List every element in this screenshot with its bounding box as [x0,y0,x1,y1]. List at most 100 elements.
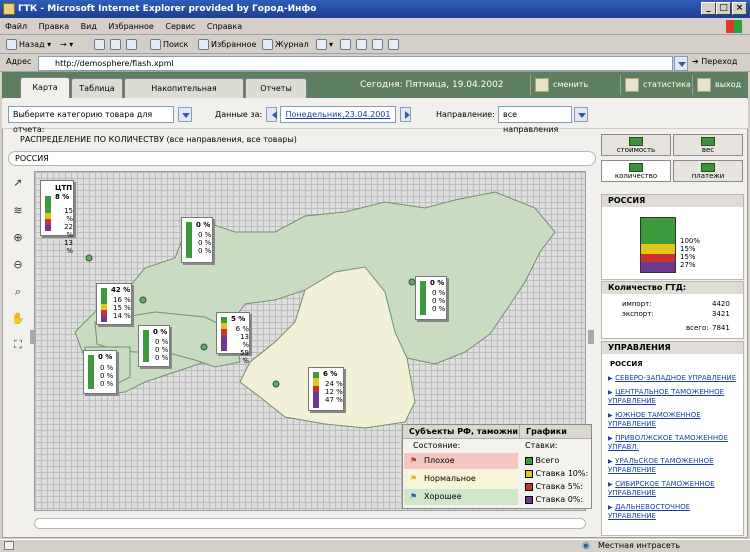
rate-bars [313,372,319,408]
history-button[interactable]: Журнал [262,36,309,54]
stop-icon [94,39,105,50]
category-dropdown[interactable] [178,107,192,122]
legend-state-label: Состояние: [413,441,461,450]
messenger-button[interactable] [388,36,401,54]
legend-graphs-title: Графики [519,425,591,439]
legend-rate-0: Ставка 0%: [525,495,583,504]
refresh-button[interactable] [110,36,123,54]
map-marker[interactable] [139,296,147,304]
go-button[interactable]: ➔ Переход [692,57,737,66]
exit-icon [697,78,711,92]
menu-favorites[interactable]: Избранное [108,22,153,31]
page-icon [4,541,14,550]
weight-button[interactable]: вес [673,134,743,156]
direction-dropdown[interactable] [574,107,588,122]
value-button[interactable]: стоимость [601,134,671,156]
map-box-ural[interactable]: 5 % 6 % 13 % 59 % [216,312,250,365]
category-select[interactable]: Выберите категорию товара для отчета: [8,106,174,134]
minimize-button[interactable]: _ [701,2,716,15]
menu-file[interactable]: Файл [5,22,27,31]
pointer-tool-icon[interactable]: ➚ [10,175,26,191]
statistics-button[interactable]: статистика [620,75,691,95]
edit-button[interactable] [356,36,369,54]
quantity-button[interactable]: количество [601,160,671,182]
fit-extent-icon[interactable]: ⛶ [10,337,26,353]
back-button[interactable]: Назад ▾ [6,36,51,54]
menu-tools[interactable]: Сервис [165,22,195,31]
flag-icon: ⚑ [410,456,418,465]
address-input[interactable]: http://demosphere/flash.xpml [38,56,673,71]
management-title: УПРАВЛЕНИЯ [602,342,743,354]
change-password-button[interactable]: сменить пароль [530,75,618,109]
legend-rates-label: Ставки: [525,441,558,450]
tab-reports[interactable]: Отчеты [245,78,307,98]
menu-help[interactable]: Справка [207,22,242,31]
menu-edit[interactable]: Правка [39,22,69,31]
exit-button[interactable]: выход [692,75,746,95]
zoom-in-icon[interactable]: ⊕ [10,230,26,246]
direction-select[interactable]: все направления [498,106,572,134]
map-marker[interactable] [200,343,208,351]
search-button[interactable]: Поиск [150,36,188,54]
management-link-central[interactable]: ▶ ЦЕНТРАЛЬНОЕ ТАМОЖЕННОЕ УПРАВЛЕНИЕ [608,387,740,405]
menu-view[interactable]: Вид [81,22,97,31]
zoom-region-icon[interactable]: ⌕ [10,284,26,300]
map-box-central[interactable]: 42 % 16 % 15 % 14 % [96,283,132,325]
window-title-bar: ГТК - Microsoft Internet Explorer provid… [0,0,750,18]
management-link-volga[interactable]: ▶ ПРИВОЛЖСКОЕ ТАМОЖЕННОЕ УПРАВЛ. [608,433,740,451]
bar-0 [641,262,675,272]
management-link-fareast[interactable]: ▶ ДАЛЬНЕВОСТОЧНОЕ УПРАВЛЕНИЕ [608,502,740,520]
home-button[interactable] [126,36,139,54]
management-link-northwest[interactable]: ▶ СЕВЕРО-ЗАПАДНОЕ УПРАВЛЕНИЕ [608,373,740,382]
tab-table[interactable]: Таблица [71,78,123,98]
legend-state-normal: ⚑ Нормальное [404,471,518,487]
date-link[interactable]: Понедельник,23.04.2001 [280,106,396,123]
forward-button[interactable]: → ▾ [60,36,73,54]
favorites-button[interactable]: Избранное [198,36,256,54]
tab-cumulative[interactable]: Накопительная информация [124,78,244,112]
horizontal-scrollbar[interactable] [34,518,586,529]
mail-button[interactable]: ▾ [316,36,333,54]
today-date: Сегодня: Пятница, 19.04.2002 [360,80,504,90]
map-box-south[interactable]: 0 % 0 % 0 % 0 % [83,350,117,394]
print-button[interactable] [340,36,353,54]
flag-icon: ⚑ [410,474,418,483]
prev-date-button[interactable] [266,107,277,122]
map-marker[interactable] [272,380,280,388]
stop-button[interactable] [94,36,107,54]
address-label: Адрес [6,57,32,66]
maximize-button[interactable]: □ [716,2,731,15]
export-value: 3421 [712,310,730,318]
map-box-volga[interactable]: 0 % 0 % 0 % 0 % [138,325,170,367]
legend-subjects-title: Субъекты РФ, таможни [403,425,519,439]
region-field[interactable]: РОССИЯ [8,151,596,166]
address-dropdown[interactable] [674,56,688,71]
management-link-siberia[interactable]: ▶ СИБИРСКОЕ ТАМОЖЕННОЕ УПРАВЛЕНИЕ [608,479,740,497]
map-box-siberia[interactable]: 6 % 24 % 12 % 47 % [308,367,344,411]
collapse-left-handle[interactable] [30,330,36,344]
payments-button[interactable]: платежи [673,160,743,182]
rate-bars [88,355,94,389]
tab-map[interactable]: Карта [20,77,70,98]
history-icon [262,39,273,50]
zoom-out-icon[interactable]: ⊖ [10,257,26,273]
map-box-ctp[interactable]: ЦТП 8 % 15 % 22 % 13 % [40,180,74,255]
gtd-panel: Количество ГТД: импорт: 4420 экспорт: 34… [601,281,744,339]
close-button[interactable]: × [732,2,747,15]
map-box-fareast[interactable]: 0 % 0 % 0 % 0 % [415,276,447,320]
browser-toolbar: Назад ▾ → ▾ Поиск Избранное Журнал ▾ [0,36,750,54]
next-date-button[interactable] [400,107,411,122]
management-link-ural[interactable]: ▶ УРАЛЬСКОЕ ТАМОЖЕННОЕ УПРАВЛЕНИЕ [608,456,740,474]
print-icon [340,39,351,50]
map-box-northwest[interactable]: 0 % 0 % 0 % 0 % [181,217,213,263]
discuss-button[interactable] [372,36,385,54]
management-link-south[interactable]: ▶ ЮЖНОЕ ТАМОЖЕННОЕ УПРАВЛЕНИЕ [608,410,740,428]
map-marker[interactable] [85,254,93,262]
management-subtitle: РОССИЯ [610,360,643,368]
russia-bar-chart [640,217,676,273]
legend-rate-total: Всего [525,456,559,465]
collapse-right-handle[interactable] [588,330,594,344]
layers-tool-icon[interactable]: ≋ [10,203,26,219]
hand-tool-icon[interactable]: ✋ [10,311,26,327]
rate-bars [420,281,426,315]
